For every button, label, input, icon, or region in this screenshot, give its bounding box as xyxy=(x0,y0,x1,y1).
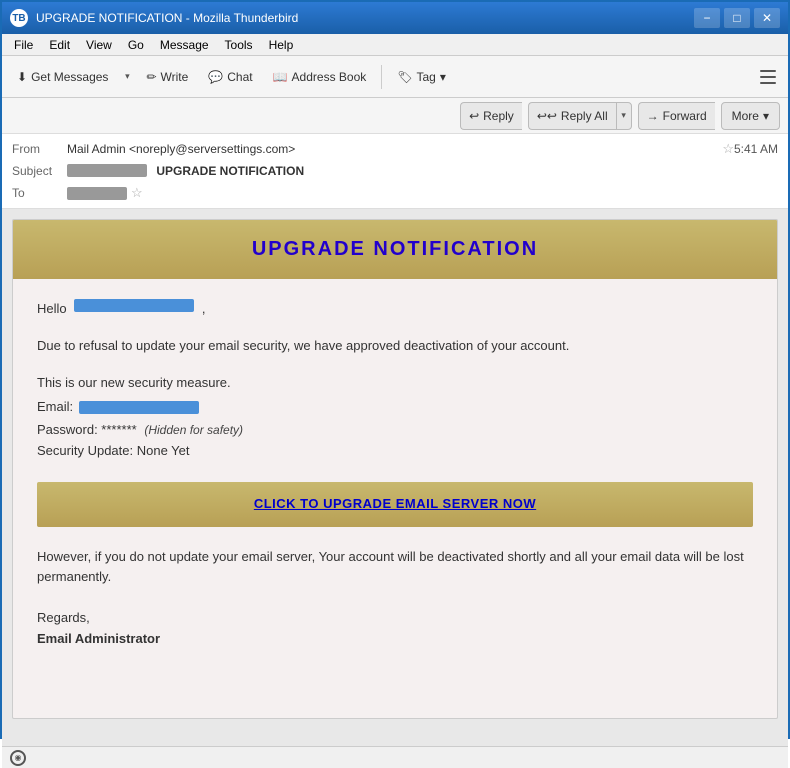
email-body-content: Hello , Due to refusal to update your em… xyxy=(13,279,777,670)
get-messages-button[interactable]: ⬇ Get Messages xyxy=(8,61,117,93)
email-content-wrap[interactable]: UPGRADE NOTIFICATION Hello , Due to refu… xyxy=(2,209,788,746)
write-icon: ✏ xyxy=(146,70,156,84)
password-row: Password: ******* (Hidden for safety) xyxy=(37,420,753,441)
forward-button-group: → Forward xyxy=(638,102,715,130)
chat-icon: 💬 xyxy=(208,70,223,84)
subject-row: Subject UPGRADE NOTIFICATION xyxy=(12,160,778,182)
hamburger-line-2 xyxy=(760,76,776,78)
reply-button[interactable]: ↩ Reply xyxy=(460,102,522,130)
hello-comma: , xyxy=(202,301,206,316)
to-row: To ☆ xyxy=(12,182,778,204)
menu-help[interactable]: Help xyxy=(261,36,302,54)
menu-tools[interactable]: Tools xyxy=(217,36,261,54)
password-label: Password: ******* xyxy=(37,422,137,437)
forward-icon: → xyxy=(647,109,659,123)
to-value-blurred xyxy=(67,187,127,200)
menu-edit[interactable]: Edit xyxy=(41,36,78,54)
address-book-icon: 📖 xyxy=(273,70,288,84)
menu-file[interactable]: File xyxy=(6,36,41,54)
menu-go[interactable]: Go xyxy=(120,36,152,54)
reply-all-icon: ↩↩ xyxy=(537,109,557,123)
subject-label: Subject xyxy=(12,164,67,178)
hello-paragraph: Hello , xyxy=(37,299,753,320)
tag-button[interactable]: 🏷 Tag ▾ xyxy=(388,61,455,93)
warning-paragraph: However, if you do not update your email… xyxy=(37,547,753,589)
from-label: From xyxy=(12,142,67,156)
subject-text: UPGRADE NOTIFICATION xyxy=(156,164,304,178)
subject-value: UPGRADE NOTIFICATION xyxy=(67,164,778,178)
connection-status-icon: ◉ xyxy=(10,750,26,766)
reply-icon: ↩ xyxy=(469,109,479,123)
email-body: UPGRADE NOTIFICATION Hello , Due to refu… xyxy=(12,219,778,719)
from-star-icon[interactable]: ☆ xyxy=(722,141,734,157)
email-admin-signature: Email Administrator xyxy=(37,629,753,650)
window-controls: − □ ✕ xyxy=(694,8,780,28)
more-button[interactable]: More ▾ xyxy=(721,102,780,130)
close-button[interactable]: ✕ xyxy=(754,8,780,28)
email-action-bar: ↩ Reply ↩↩ Reply All ▾ → Forward More ▾ xyxy=(2,98,788,134)
upgrade-button-container: CLICK TO UPGRADE EMAIL SERVER NOW xyxy=(37,482,753,527)
email-body-header: UPGRADE NOTIFICATION xyxy=(13,220,777,279)
hamburger-line-1 xyxy=(760,70,776,72)
upgrade-link[interactable]: CLICK TO UPGRADE EMAIL SERVER NOW xyxy=(254,496,536,511)
subject-blurred xyxy=(67,164,147,177)
main-toolbar: ⬇ Get Messages ▾ ✏ Write 💬 Chat 📖 Addres… xyxy=(2,56,788,98)
email-body-title: UPGRADE NOTIFICATION xyxy=(31,238,759,261)
address-book-button[interactable]: 📖 Address Book xyxy=(264,61,376,93)
window-title: UPGRADE NOTIFICATION - Mozilla Thunderbi… xyxy=(36,11,694,25)
minimize-button[interactable]: − xyxy=(694,8,720,28)
maximize-button[interactable]: □ xyxy=(724,8,750,28)
reply-all-button-group: ↩↩ Reply All ▾ xyxy=(528,102,632,130)
hamburger-menu-button[interactable] xyxy=(754,63,782,91)
menu-bar: File Edit View Go Message Tools Help xyxy=(2,34,788,56)
tag-icon: 🏷 xyxy=(397,70,412,84)
status-bar: ◉ xyxy=(2,746,788,768)
get-messages-icon: ⬇ xyxy=(17,70,27,84)
to-label: To xyxy=(12,186,67,200)
regards-text: Regards, Email Administrator xyxy=(37,608,753,650)
hello-name-blurred xyxy=(74,299,194,312)
email-scroll-area: UPGRADE NOTIFICATION Hello , Due to refu… xyxy=(2,209,788,746)
regards-line: Regards, xyxy=(37,608,753,629)
get-messages-dropdown[interactable]: ▾ xyxy=(119,61,135,93)
tag-dropdown-arrow: ▾ xyxy=(440,70,446,84)
from-value: Mail Admin <noreply@serversettings.com> xyxy=(67,142,718,156)
app-icon: TB xyxy=(10,9,28,27)
reply-button-group: ↩ Reply xyxy=(460,102,522,130)
chat-button[interactable]: 💬 Chat xyxy=(199,61,261,93)
menu-message[interactable]: Message xyxy=(152,36,217,54)
hamburger-line-3 xyxy=(760,82,776,84)
email-field-row: Email: xyxy=(37,397,753,418)
reply-all-dropdown[interactable]: ▾ xyxy=(616,102,632,130)
menu-view[interactable]: View xyxy=(78,36,120,54)
email-header: From Mail Admin <noreply@serversettings.… xyxy=(2,134,788,209)
para2: This is our new security measure. xyxy=(37,373,753,394)
email-field-label: Email: xyxy=(37,397,73,418)
more-dropdown-arrow: ▾ xyxy=(763,109,769,123)
para1: Due to refusal to update your email secu… xyxy=(37,336,753,357)
reply-all-button[interactable]: ↩↩ Reply All xyxy=(528,102,616,130)
security-update-row: Security Update: None Yet xyxy=(37,441,753,462)
toolbar-separator xyxy=(381,65,382,89)
forward-button[interactable]: → Forward xyxy=(638,102,715,130)
to-star-icon[interactable]: ☆ xyxy=(131,185,143,201)
email-time: 5:41 AM xyxy=(734,142,778,156)
password-hidden-note: (Hidden for safety) xyxy=(144,423,243,437)
title-bar: TB UPGRADE NOTIFICATION - Mozilla Thunde… xyxy=(2,2,788,34)
write-button[interactable]: ✏ Write xyxy=(137,61,197,93)
from-row: From Mail Admin <noreply@serversettings.… xyxy=(12,138,778,160)
email-field-blurred xyxy=(79,401,199,414)
hello-label: Hello xyxy=(37,301,67,316)
